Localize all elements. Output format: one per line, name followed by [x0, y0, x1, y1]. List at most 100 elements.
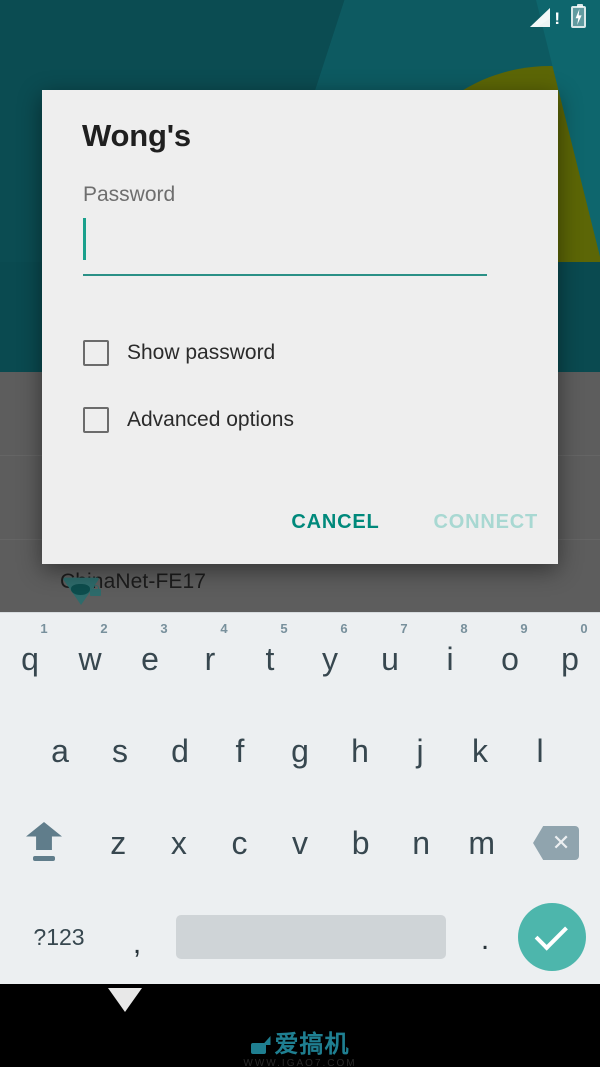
key-b-label: b	[351, 824, 370, 861]
watermark-logo: 爱搞机	[0, 1032, 600, 1058]
watermark-url: WWW.IGAO7.COM	[243, 1058, 357, 1067]
password-field-wrapper	[83, 218, 487, 276]
check-enter-icon	[534, 916, 568, 951]
key-p-number: 0	[580, 621, 588, 636]
wifi-password-dialog: Wong's Password Show password Advanced o…	[42, 90, 558, 564]
keyboard-row-2: a s d f g h j k l	[0, 705, 600, 797]
keyboard-row-4: ?123 , .	[0, 889, 600, 985]
status-bar: !	[0, 0, 600, 34]
key-i-number: 8	[460, 621, 468, 636]
key-q-number: 1	[40, 621, 48, 636]
key-v-label: v	[292, 824, 309, 861]
key-o-number: 9	[520, 621, 528, 636]
show-password-label: Show password	[127, 341, 276, 364]
key-s-label: s	[112, 732, 128, 769]
key-w[interactable]: 2w	[60, 613, 120, 705]
signal-bars-warning-icon: !	[530, 6, 560, 28]
cancel-button[interactable]: CANCEL	[285, 503, 385, 542]
key-g-label: g	[291, 732, 309, 769]
key-m-label: m	[468, 824, 496, 861]
key-k[interactable]: k	[450, 705, 510, 797]
advanced-options-label: Advanced options	[127, 408, 294, 431]
key-q[interactable]: 1q	[0, 613, 60, 705]
key-q-label: q	[21, 640, 39, 677]
phone-screen: ChinaNet-FE17 ! Wong's Password Show pas…	[0, 0, 600, 1067]
watermark-text: 爱搞机	[274, 1031, 350, 1058]
key-c-label: c	[231, 824, 248, 861]
key-y-label: y	[322, 640, 338, 677]
key-z[interactable]: z	[88, 797, 149, 889]
watermark-mark-icon	[250, 1036, 271, 1054]
key-m[interactable]: m	[451, 797, 512, 889]
key-j-label: j	[416, 732, 424, 769]
show-password-checkbox[interactable]	[83, 340, 109, 366]
key-x-label: x	[170, 824, 187, 861]
key-y-number: 6	[340, 621, 348, 636]
key-l-label: l	[536, 732, 544, 769]
key-p-label: p	[561, 640, 579, 677]
key-f[interactable]: f	[210, 705, 270, 797]
key-k-label: k	[472, 732, 488, 769]
key-r-label: r	[204, 640, 216, 677]
key-a-label: a	[51, 732, 69, 769]
key-i-label: i	[446, 640, 454, 677]
keyboard-row-3: z x c v b n m ✕	[0, 797, 600, 889]
key-period[interactable]: .	[452, 917, 518, 957]
key-r-number: 4	[220, 621, 228, 636]
shift-up-arrow-icon	[24, 822, 64, 864]
show-password-checkbox-row[interactable]: Show password	[83, 340, 275, 366]
key-h[interactable]: h	[330, 705, 390, 797]
key-v[interactable]: v	[270, 797, 331, 889]
key-b[interactable]: b	[330, 797, 391, 889]
key-h-label: h	[351, 732, 369, 769]
key-n[interactable]: n	[391, 797, 452, 889]
key-c[interactable]: c	[209, 797, 270, 889]
key-n-label: n	[412, 824, 431, 861]
key-t-label: t	[265, 640, 275, 677]
key-s[interactable]: s	[90, 705, 150, 797]
keyboard-row-1: 1q 2w 3e 4r 5t 6y 7u 8i 9o 0p	[0, 613, 600, 705]
connect-button[interactable]: CONNECT	[428, 503, 545, 542]
key-backspace[interactable]: ✕	[512, 797, 600, 889]
key-y[interactable]: 6y	[300, 613, 360, 705]
key-shift[interactable]	[0, 797, 88, 889]
key-enter[interactable]	[518, 903, 586, 971]
navigation-bar: 爱搞机 WWW.IGAO7.COM	[0, 984, 600, 1067]
key-t-number: 5	[280, 621, 288, 636]
key-w-label: w	[78, 640, 102, 677]
key-u[interactable]: 7u	[360, 613, 420, 705]
wifi-secured-icon	[60, 565, 104, 605]
key-e[interactable]: 3e	[120, 613, 180, 705]
key-l[interactable]: l	[510, 705, 570, 797]
key-u-number: 7	[400, 621, 408, 636]
key-symbols-toggle[interactable]: ?123	[14, 924, 104, 951]
key-d-label: d	[171, 732, 189, 769]
advanced-options-checkbox[interactable]	[83, 407, 109, 433]
dialog-action-bar: CANCEL CONNECT	[285, 503, 544, 542]
password-input[interactable]	[83, 218, 487, 276]
key-e-number: 3	[160, 621, 168, 636]
key-p[interactable]: 0p	[540, 613, 600, 705]
key-d[interactable]: d	[150, 705, 210, 797]
key-space[interactable]	[176, 915, 446, 959]
password-label: Password	[83, 183, 176, 206]
key-j[interactable]: j	[390, 705, 450, 797]
key-comma[interactable]: ,	[104, 913, 170, 961]
key-i[interactable]: 8i	[420, 613, 480, 705]
key-g[interactable]: g	[270, 705, 330, 797]
backspace-delete-icon: ✕	[533, 826, 580, 860]
key-t[interactable]: 5t	[240, 613, 300, 705]
key-o[interactable]: 9o	[480, 613, 540, 705]
advanced-options-checkbox-row[interactable]: Advanced options	[83, 407, 294, 433]
key-r[interactable]: 4r	[180, 613, 240, 705]
key-f-label: f	[235, 732, 245, 769]
on-screen-keyboard: 1q 2w 3e 4r 5t 6y 7u 8i 9o 0p a s d f g …	[0, 612, 600, 984]
key-o-label: o	[501, 640, 519, 677]
key-z-label: z	[110, 824, 127, 861]
text-caret	[83, 218, 86, 260]
key-u-label: u	[381, 640, 399, 677]
key-e-label: e	[141, 640, 159, 677]
key-a[interactable]: a	[30, 705, 90, 797]
battery-charging-icon	[571, 4, 586, 28]
key-x[interactable]: x	[149, 797, 210, 889]
